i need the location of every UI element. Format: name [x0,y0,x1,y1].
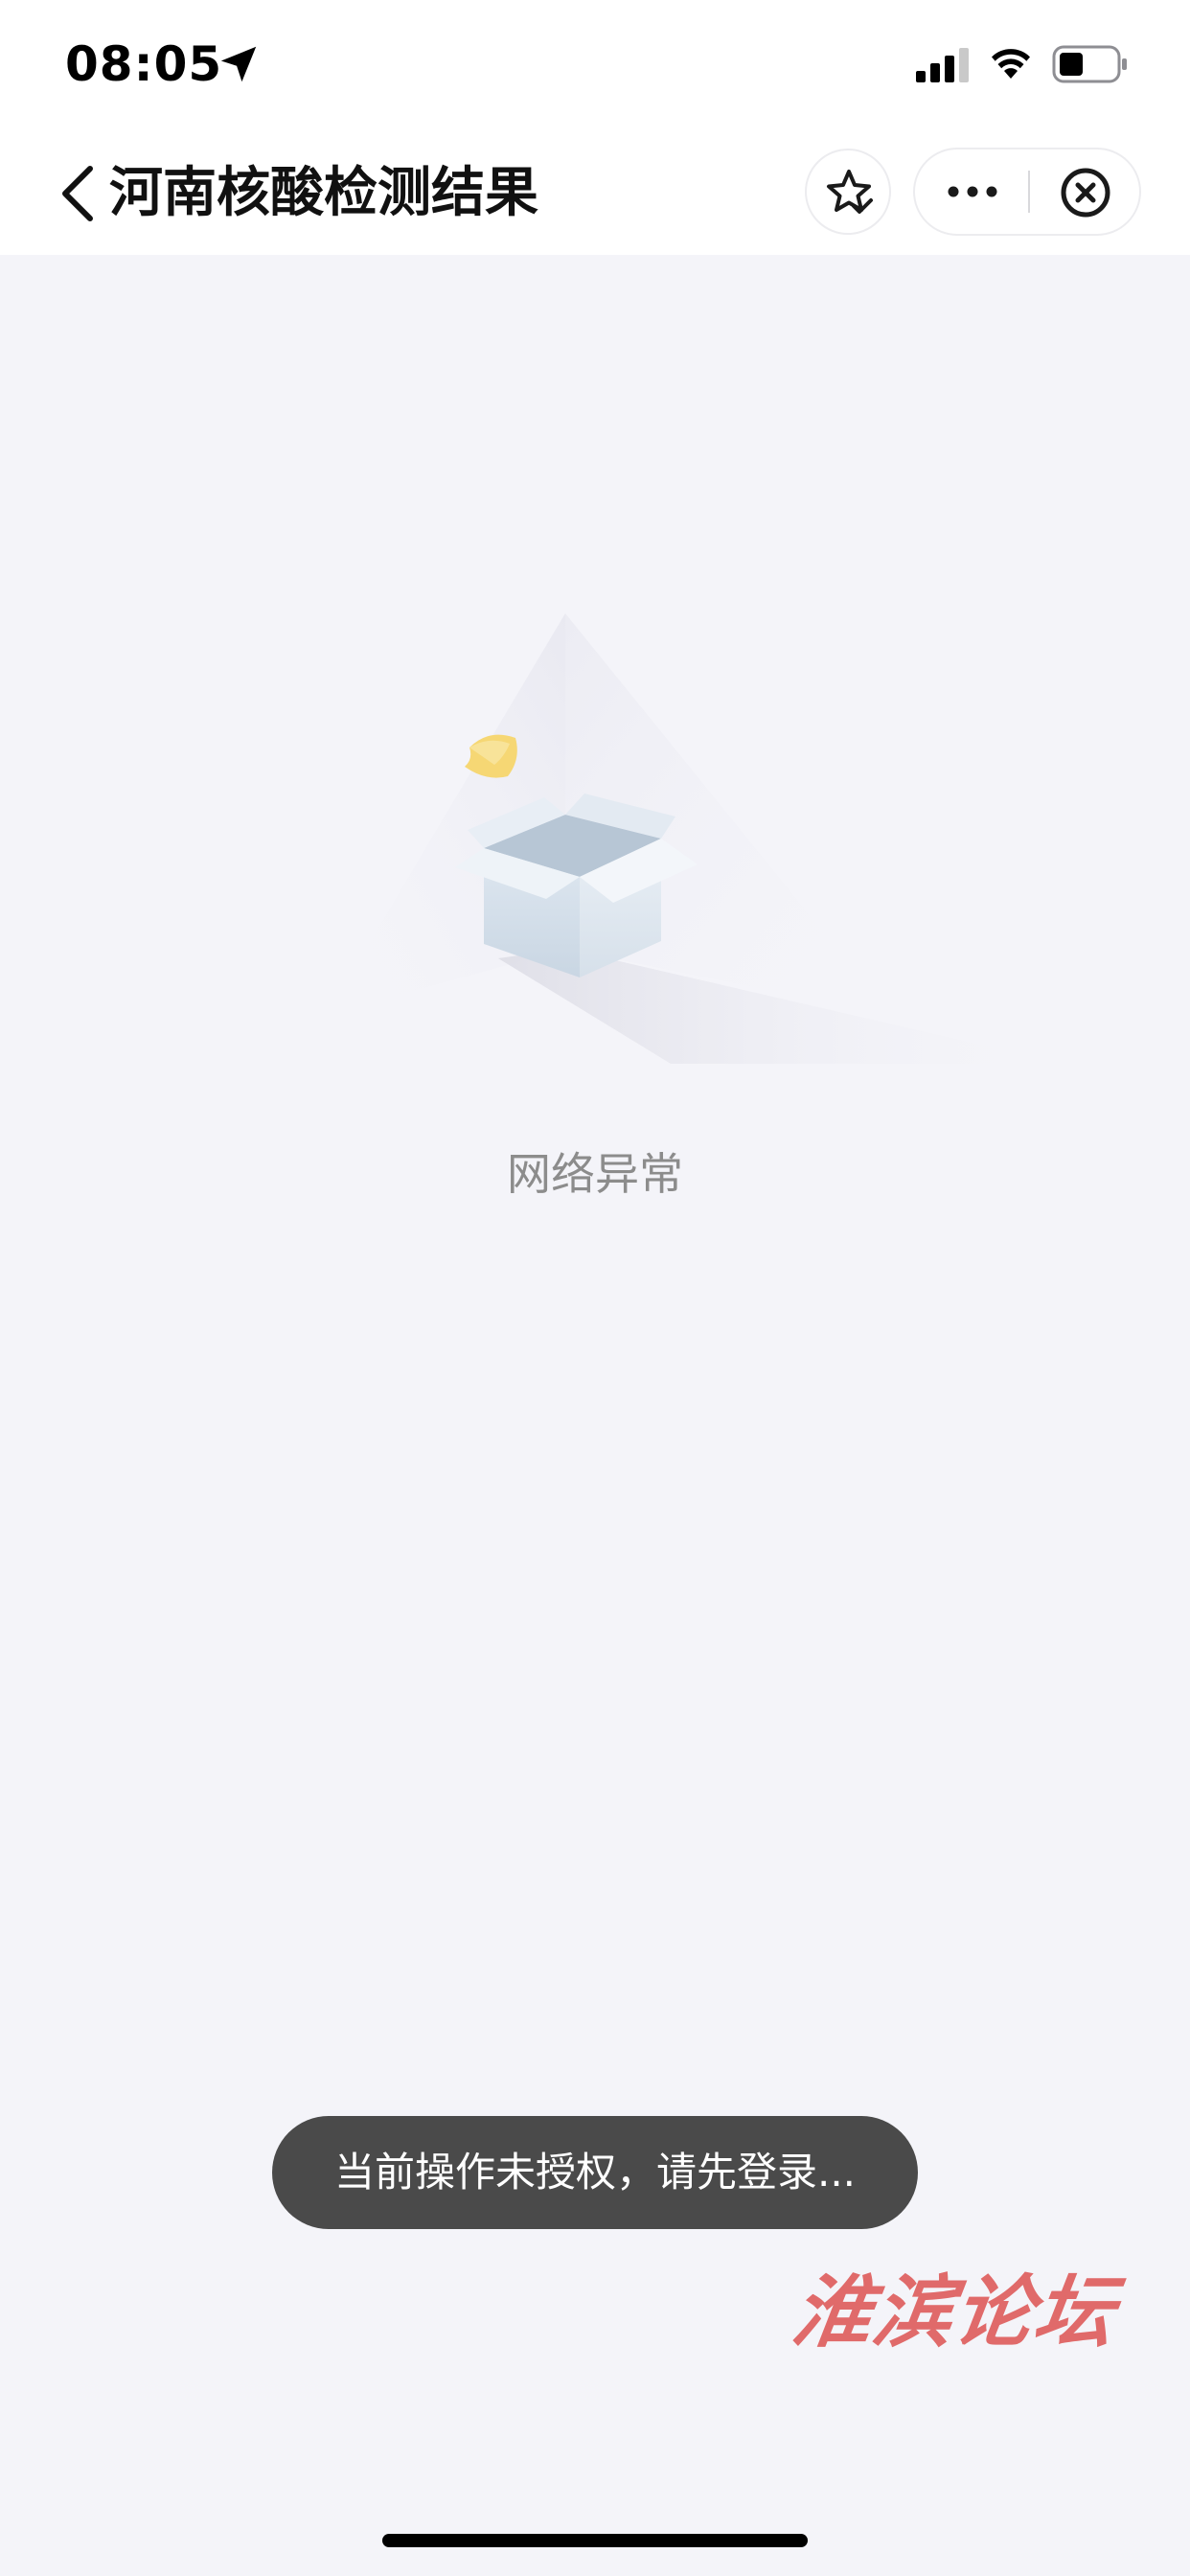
chevron-left-icon [62,166,93,221]
battery-icon [1052,45,1127,83]
more-dots-icon [948,186,997,197]
status-bar: 08:05 [0,0,1190,134]
toast-message: 当前操作未授权，请先登录... [272,2116,918,2229]
more-button[interactable] [915,150,1028,234]
network-error-message: 网络异常 [507,1148,683,1200]
wifi-icon [992,49,1030,79]
favorite-button[interactable] [805,149,891,235]
star-check-icon [827,170,873,214]
page-title: 河南核酸检测结果 [109,162,538,224]
home-indicator[interactable] [382,2534,808,2547]
forum-watermark: 淮滨论坛 [787,2266,1122,2358]
back-button[interactable] [48,155,105,232]
status-time: 08:05 [65,36,223,92]
empty-box-illustration [326,613,1064,1064]
close-circle-icon [1061,168,1110,218]
nav-bar: 河南核酸检测结果 [0,134,1190,255]
cellular-signal-icon [916,48,969,82]
mini-program-capsule [913,148,1141,236]
location-arrow-icon [220,46,257,82]
close-button[interactable] [1030,150,1141,234]
